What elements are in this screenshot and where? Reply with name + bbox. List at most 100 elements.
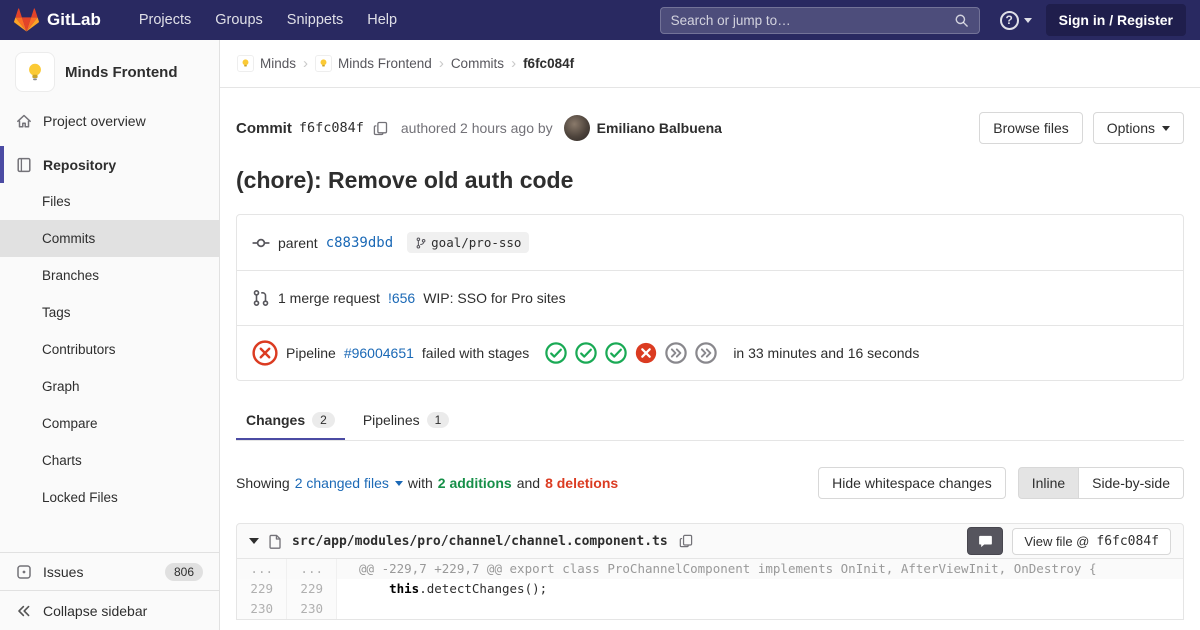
home-icon [17,114,31,128]
comment-icon [979,535,992,547]
sidebar-item-files[interactable]: Files [0,183,219,220]
keyword-token: this [389,581,420,596]
hide-whitespace-button[interactable]: Hide whitespace changes [818,467,1006,499]
options-dropdown-button[interactable]: Options [1092,112,1184,144]
mr-title-text: WIP: SSO for Pro sites [423,290,566,306]
breadcrumb-project-link[interactable]: Minds Frontend [315,55,432,72]
author-name[interactable]: Emiliano Balbuena [597,120,722,136]
breadcrumb-separator: › [303,55,309,72]
stage-skipped-icon[interactable] [665,342,688,364]
sidebar-item-locked-files[interactable]: Locked Files [0,479,219,516]
new-line-number[interactable]: 229 [287,579,337,599]
view-file-button[interactable]: View file @ f6fc084f [1012,527,1171,555]
author-avatar[interactable] [563,115,590,141]
nav-item-groups[interactable]: Groups [203,0,275,40]
sidebar-item-issues[interactable]: Issues 806 [0,553,219,590]
global-search[interactable] [659,6,980,34]
and-text: and [516,475,541,491]
commit-tabs: Changes 2 Pipelines 1 [236,401,1184,441]
chevron-down-icon [1162,125,1170,131]
sign-in-button[interactable]: Sign in / Register [1045,4,1186,36]
sidebar-issues-block: Issues 806 [0,552,219,590]
sidebar-item-charts[interactable]: Charts [0,442,219,479]
old-line-number: ... [237,559,287,579]
breadcrumb-current-sha: f6fc084f [523,56,575,71]
sidebar-item-branches[interactable]: Branches [0,257,219,294]
tab-pipelines[interactable]: Pipelines 1 [353,401,460,440]
help-dropdown[interactable]: ? [999,10,1032,30]
commit-info-box: parent c8839dbd goal/pro-sso 1 merge req… [236,214,1184,381]
merge-request-icon [253,290,269,306]
pipeline-id-link[interactable]: #96004651 [344,345,414,361]
changed-files-dropdown[interactable]: 2 changed files [295,475,403,491]
diff-table: ... ... @@ -229,7 +229,7 @@ export class… [236,559,1184,620]
parent-sha-link[interactable]: c8839dbd [326,235,393,251]
sidebar-item-tags[interactable]: Tags [0,294,219,331]
diff-code-line [337,599,1183,619]
old-line-number[interactable]: 230 [237,599,287,619]
nav-item-snippets[interactable]: Snippets [275,0,355,40]
pipeline-failed-icon [252,340,278,366]
diff-match-row: ... ... @@ -229,7 +229,7 @@ export class… [237,559,1183,579]
stage-success-icon[interactable] [605,342,628,364]
sidebar-item-compare[interactable]: Compare [0,405,219,442]
nav-item-projects[interactable]: Projects [127,0,203,40]
chevron-down-icon [394,480,403,486]
search-icon [955,14,968,27]
new-line-number[interactable]: 230 [287,599,337,619]
parent-label: parent [278,234,318,251]
sidebar-item-contributors[interactable]: Contributors [0,331,219,368]
old-line-number[interactable]: 229 [237,579,287,599]
breadcrumb-group-link[interactable]: Minds [237,55,296,72]
pipeline-duration-text: in 33 minutes and 16 seconds [733,345,920,361]
stage-success-icon[interactable] [575,342,598,364]
commit-sha: f6fc084f [298,120,364,136]
side-by-side-view-button[interactable]: Side-by-side [1078,467,1184,499]
sidebar-item-project-overview[interactable]: Project overview [0,102,219,139]
tab-changes[interactable]: Changes 2 [236,401,345,440]
sidebar-item-commits[interactable]: Commits [0,220,219,257]
pipelines-count-badge: 1 [426,412,450,428]
breadcrumb: Minds › Minds Frontend › Commits › f6fc0… [220,40,1200,88]
stage-success-icon[interactable] [545,342,568,364]
file-path[interactable]: src/app/modules/pro/channel/channel.comp… [292,534,668,549]
stage-failed-icon[interactable] [635,342,657,364]
mr-id-link[interactable]: !656 [388,290,415,306]
group-avatar [237,55,254,72]
diff-view-toggle: Inline Side-by-side [1017,467,1184,499]
gitlab-home-link[interactable]: GitLab [14,8,101,32]
question-circle-icon: ? [999,10,1019,30]
project-context-link[interactable]: Minds Frontend [0,40,219,102]
sidebar-item-repository[interactable]: Repository [0,146,219,183]
breadcrumb-commits-link[interactable]: Commits [451,56,504,71]
inline-view-button[interactable]: Inline [1017,467,1080,499]
collapse-file-icon[interactable] [249,538,259,544]
hunk-header-text: @@ -229,7 +229,7 @@ export class ProChan… [337,559,1183,579]
branch-ref-chip[interactable]: goal/pro-sso [407,232,530,253]
commit-actions: Browse files Options [979,112,1184,144]
browse-files-button[interactable]: Browse files [979,112,1083,144]
diff-line-row: 229 229 this.detectChanges(); [237,579,1183,599]
commit-label: Commit [236,119,292,137]
nav-item-help[interactable]: Help [355,0,409,40]
commit-meta-row: Commit f6fc084f authored 2 hours ago by … [236,112,1184,144]
diff-view-controls: Hide whitespace changes Inline Side-by-s… [818,467,1184,499]
collapse-sidebar-button[interactable]: Collapse sidebar [0,590,219,630]
main-area: Minds › Minds Frontend › Commits › f6fc0… [220,40,1200,630]
pipeline-label: Pipeline [286,345,336,361]
search-input[interactable] [670,12,954,28]
gitlab-tanuki-icon [14,8,39,32]
diff-file-header: src/app/modules/pro/channel/channel.comp… [236,523,1184,559]
branch-icon [416,236,426,249]
commit-title: (chore): Remove old auth code [236,167,574,193]
top-navbar: GitLab Projects Groups Snippets Help ? S… [0,0,1200,40]
toggle-comments-button[interactable] [967,527,1004,555]
file-actions: View file @ f6fc084f [967,527,1171,555]
copy-sha-button[interactable] [371,119,390,138]
stage-skipped-icon[interactable] [695,342,718,364]
lightbulb-icon [242,59,249,67]
copy-file-path-button[interactable] [677,532,695,550]
sidebar-item-graph[interactable]: Graph [0,368,219,405]
repository-icon [17,157,31,172]
navbar-menu: Projects Groups Snippets Help [127,0,409,40]
